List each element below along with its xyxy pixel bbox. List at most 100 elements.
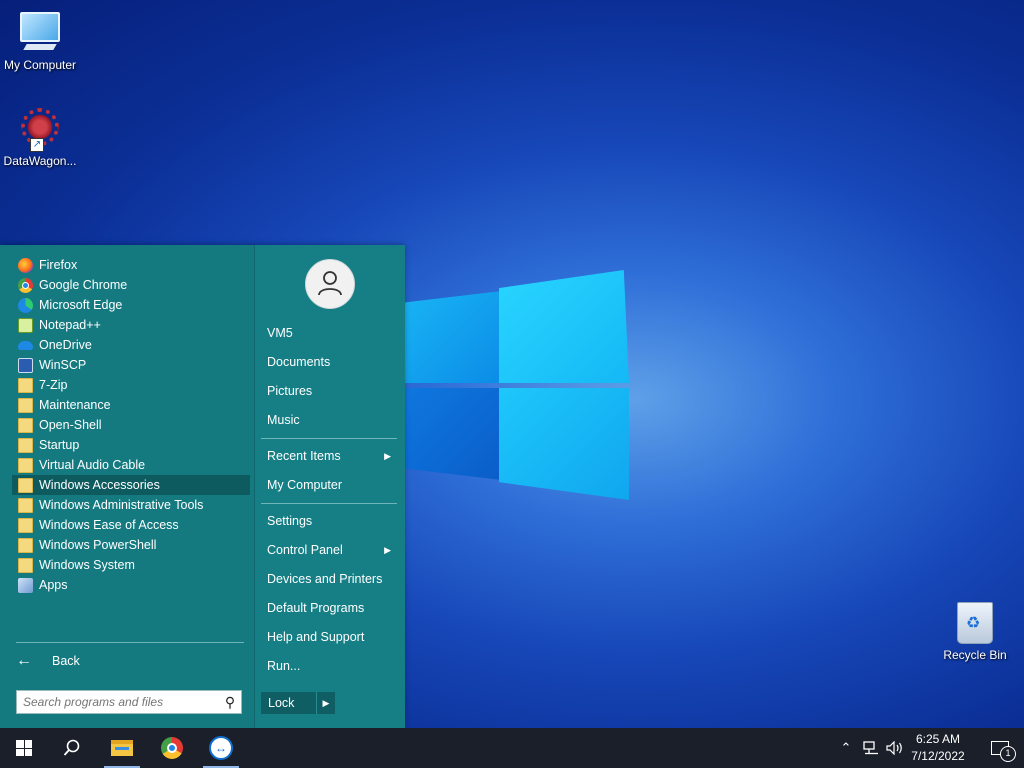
logo-pane-bottom-left: [400, 388, 510, 481]
desktop-icon-datawagon[interactable]: ↗ DataWagon...: [0, 108, 80, 168]
notepadpp-icon: [18, 317, 33, 333]
taskbar-teamviewer[interactable]: ↔: [197, 728, 245, 768]
chevron-right-icon: ▶: [384, 544, 391, 555]
search-box: ⚲: [16, 690, 242, 714]
start-button[interactable]: [0, 728, 48, 768]
logo-pane-top-right: [499, 270, 629, 383]
menu-item-help-support[interactable]: Help and Support: [261, 626, 397, 648]
menu-item-documents[interactable]: Documents: [261, 351, 397, 373]
shortcut-arrow-icon: ↗: [30, 138, 44, 152]
menu-item-my-computer[interactable]: My Computer: [261, 474, 397, 496]
program-item-firefox[interactable]: Firefox: [12, 255, 250, 275]
program-item-notepadpp[interactable]: Notepad++: [12, 315, 250, 335]
program-item-winscp[interactable]: WinSCP: [12, 355, 250, 375]
search-icon: [63, 739, 80, 756]
folder-icon: [18, 477, 33, 493]
search-input[interactable]: [17, 694, 219, 710]
menu-item-music[interactable]: Music: [261, 409, 397, 431]
logo-pane-bottom-right: [499, 388, 629, 500]
action-center-button[interactable]: 1: [980, 728, 1020, 768]
chevron-right-icon: ▶: [384, 450, 391, 461]
network-icon: [863, 741, 878, 755]
program-folder-windows-system[interactable]: Windows System: [12, 555, 250, 575]
menu-item-user[interactable]: VM5: [261, 322, 397, 344]
folder-icon: [18, 517, 33, 533]
program-item-google-chrome[interactable]: Google Chrome: [12, 275, 250, 295]
chevron-up-icon: ⌃: [840, 740, 852, 755]
notification-icon: 1: [991, 741, 1016, 762]
program-folder-7zip[interactable]: 7-Zip: [12, 375, 250, 395]
menu-item-run[interactable]: Run...: [261, 655, 397, 677]
user-avatar[interactable]: [305, 259, 355, 309]
start-menu-programs-pane: Firefox Google Chrome Microsoft Edge Not…: [0, 245, 254, 728]
program-folder-windows-powershell[interactable]: Windows PowerShell: [12, 535, 250, 555]
show-hidden-icons-button[interactable]: ⌃: [836, 728, 856, 768]
recycle-bin-icon: [953, 602, 997, 646]
folder-icon: [18, 557, 33, 573]
menu-item-devices-printers[interactable]: Devices and Printers: [261, 568, 397, 590]
program-item-onedrive[interactable]: OneDrive: [12, 335, 250, 355]
program-folder-startup[interactable]: Startup: [12, 435, 250, 455]
folder-icon: [18, 377, 33, 393]
menu-item-pictures[interactable]: Pictures: [261, 380, 397, 402]
program-folder-maintenance[interactable]: Maintenance: [12, 395, 250, 415]
desktop-icon-label: Recycle Bin: [943, 648, 1007, 662]
winscp-icon: [18, 357, 33, 373]
menu-item-control-panel[interactable]: Control Panel ▶: [261, 539, 397, 561]
program-folder-windows-accessories[interactable]: Windows Accessories: [12, 475, 250, 495]
folder-icon: [18, 457, 33, 473]
folder-icon: [18, 417, 33, 433]
clock-date: 7/12/2022: [911, 749, 965, 763]
user-icon: [318, 271, 342, 296]
onedrive-icon: [18, 340, 33, 350]
wallpaper-windows-logo: [380, 270, 630, 500]
program-folder-windows-ease-of-access[interactable]: Windows Ease of Access: [12, 515, 250, 535]
folder-icon: [18, 537, 33, 553]
firefox-icon: [18, 257, 33, 273]
computer-icon: [18, 12, 62, 56]
teamviewer-icon: ↔: [209, 736, 233, 760]
taskbar: ↔ ⌃ 6:25 AM 7/12/2022 1: [0, 728, 1024, 768]
desktop-icon-my-computer[interactable]: My Computer: [0, 8, 80, 72]
folder-icon: [18, 497, 33, 513]
program-item-microsoft-edge[interactable]: Microsoft Edge: [12, 295, 250, 315]
network-tray-button[interactable]: [860, 728, 882, 768]
lock-options-chevron-icon[interactable]: ▶: [316, 692, 335, 714]
folder-icon: [18, 437, 33, 453]
menu-item-settings[interactable]: Settings: [261, 510, 397, 532]
folder-icon: [18, 397, 33, 413]
edge-icon: [18, 297, 33, 313]
program-item-apps[interactable]: Apps: [12, 575, 250, 595]
clock-time: 6:25 AM: [915, 732, 961, 746]
divider: [16, 642, 244, 643]
desktop-icon-label: DataWagon...: [3, 154, 77, 168]
apps-icon: [18, 577, 33, 593]
taskbar-clock[interactable]: 6:25 AM 7/12/2022: [902, 731, 974, 765]
program-folder-windows-admin-tools[interactable]: Windows Administrative Tools: [12, 495, 250, 515]
chrome-icon: [18, 277, 33, 293]
desktop-icon-recycle-bin[interactable]: Recycle Bin: [935, 602, 1015, 662]
program-list: Firefox Google Chrome Microsoft Edge Not…: [12, 255, 250, 595]
start-menu-places-pane: VM5 Documents Pictures Music Recent Item…: [254, 245, 405, 728]
lock-button[interactable]: Lock ▶: [261, 692, 335, 714]
taskbar-file-explorer[interactable]: [98, 728, 146, 768]
arrow-left-icon: ←: [16, 652, 32, 669]
chrome-icon: [161, 737, 183, 759]
start-menu: Firefox Google Chrome Microsoft Edge Not…: [0, 245, 405, 728]
search-icon[interactable]: ⚲: [219, 694, 241, 711]
divider: [261, 438, 397, 439]
windows-icon: [16, 740, 32, 756]
divider: [261, 503, 397, 504]
logo-pane-top-left: [400, 290, 510, 383]
program-folder-open-shell[interactable]: Open-Shell: [12, 415, 250, 435]
desktop-icon-label: My Computer: [3, 58, 77, 72]
back-button[interactable]: ← Back: [16, 650, 244, 672]
search-button[interactable]: [48, 728, 96, 768]
file-explorer-icon: [111, 740, 133, 756]
datawagon-icon: ↗: [18, 108, 62, 152]
notification-count-badge: 1: [1000, 746, 1016, 762]
taskbar-chrome[interactable]: [148, 728, 196, 768]
program-folder-virtual-audio-cable[interactable]: Virtual Audio Cable: [12, 455, 250, 475]
menu-item-recent-items[interactable]: Recent Items ▶: [261, 445, 397, 467]
menu-item-default-programs[interactable]: Default Programs: [261, 597, 397, 619]
